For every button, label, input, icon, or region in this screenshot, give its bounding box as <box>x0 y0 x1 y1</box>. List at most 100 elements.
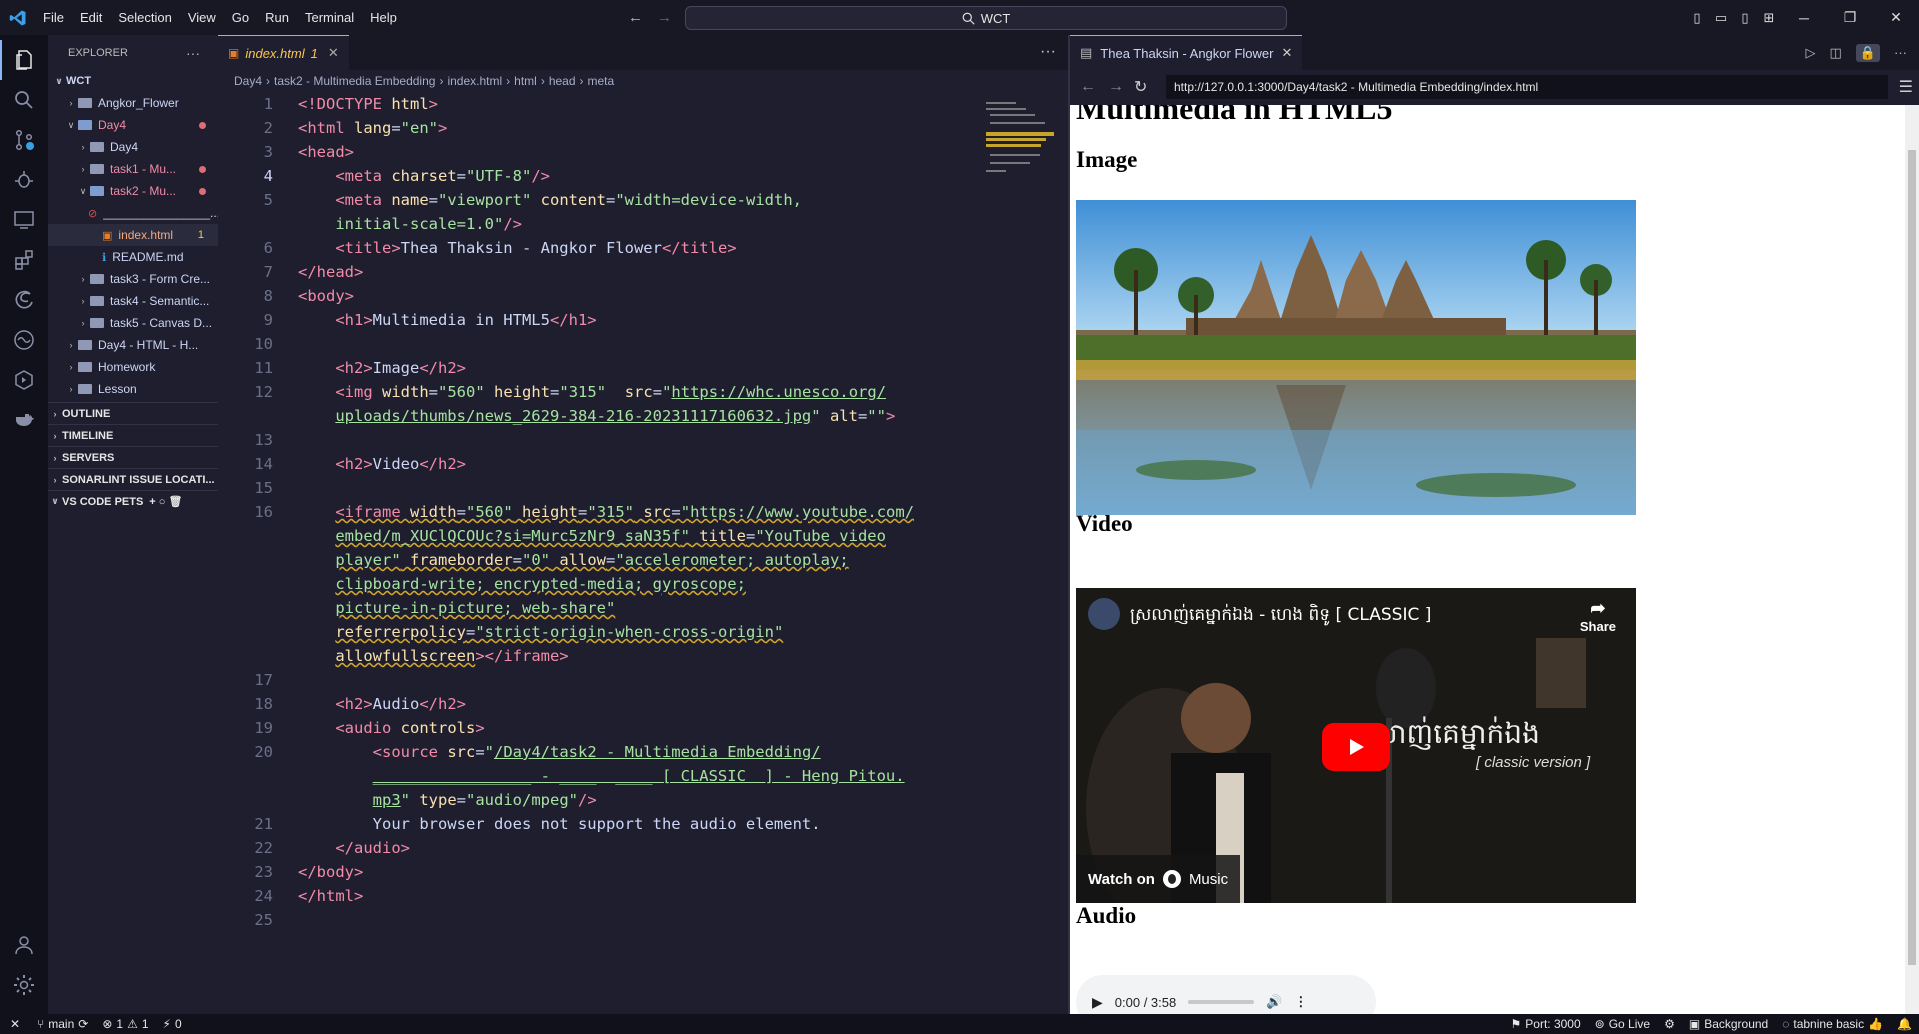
tree-item[interactable]: ∨ Day4 <box>48 114 218 136</box>
code-line[interactable]: 20 <source src="/Day4/task2 - Multimedia… <box>218 740 1068 764</box>
volume-icon[interactable]: 🔊 <box>1266 994 1282 1010</box>
accounts-icon[interactable] <box>0 925 48 965</box>
code-line[interactable]: 15 <box>218 476 1068 500</box>
code-line[interactable]: 10 <box>218 332 1068 356</box>
docker-icon[interactable] <box>0 400 48 440</box>
code-line[interactable]: 16 <iframe width="560" height="315" src=… <box>218 500 1068 524</box>
workspace-root[interactable]: ∨ WCT <box>48 70 218 92</box>
git-branch[interactable]: ⑂ main ⟳ <box>30 1017 95 1031</box>
code-line[interactable]: 23 </body> <box>218 860 1068 884</box>
close-window-button[interactable]: ✕ <box>1873 9 1919 26</box>
audio-more-icon[interactable]: ⋮ <box>1294 994 1307 1010</box>
remote-explorer-icon[interactable] <box>0 200 48 240</box>
sidebar-section[interactable]: › SONARLINT ISSUE LOCATI... <box>48 468 218 490</box>
preview-tab[interactable]: ▤ Thea Thaksin - Angkor Flower ✕ <box>1070 35 1303 70</box>
code-line[interactable]: 2 <html lang="en"> <box>218 116 1068 140</box>
toggle-secondary-sidebar-icon[interactable]: ▯ <box>1733 10 1757 26</box>
editor-more-icon[interactable]: ··· <box>1040 43 1056 61</box>
ports-indicator[interactable]: ⚡ 0 <box>156 1017 189 1031</box>
tree-item[interactable]: › task5 - Canvas D... <box>48 312 218 334</box>
code-line[interactable]: 21 Your browser does not support the aud… <box>218 812 1068 836</box>
sidebar-section[interactable]: ∨ VS CODE PETS + ○ 🗑 <box>48 490 218 512</box>
more-actions-icon[interactable]: ··· <box>186 45 200 61</box>
tree-item[interactable]: › Day4 - HTML - H... <box>48 334 218 356</box>
menu-run[interactable]: Run <box>257 0 297 35</box>
code-line[interactable]: initial-scale=1.0"/> <box>218 212 1068 236</box>
close-tab-icon[interactable]: ✕ <box>328 45 339 61</box>
scrollbar-thumb[interactable] <box>1908 150 1916 965</box>
back-arrow-icon[interactable]: ← <box>628 9 643 26</box>
code-line[interactable]: 6 <title>Thea Thaksin - Angkor Flower</t… <box>218 236 1068 260</box>
menu-help[interactable]: Help <box>362 0 405 35</box>
tree-item[interactable]: › Angkor_Flower <box>48 92 218 114</box>
menu-selection[interactable]: Selection <box>110 0 179 35</box>
tree-item[interactable]: › task1 - Mu... <box>48 158 218 180</box>
sidebar-section[interactable]: › TIMELINE <box>48 424 218 446</box>
code-line[interactable]: player" frameborder="0" allow="accelerom… <box>218 548 1068 572</box>
tree-item[interactable]: ∨ task2 - Mu... <box>48 180 218 202</box>
pets-actions[interactable]: + ○ 🗑 <box>149 495 182 508</box>
extensions-icon[interactable] <box>0 240 48 280</box>
search-icon[interactable] <box>0 80 48 120</box>
close-preview-tab-icon[interactable]: ✕ <box>1281 45 1292 61</box>
code-line[interactable]: 7 </head> <box>218 260 1068 284</box>
breadcrumb-item[interactable]: Day4 <box>234 74 262 88</box>
channel-avatar[interactable] <box>1088 598 1120 630</box>
run-debug-icon[interactable] <box>0 160 48 200</box>
port-status[interactable]: ⚑ Port: 3000 <box>1504 1017 1588 1031</box>
tree-item[interactable]: › Day4 <box>48 136 218 158</box>
play-button[interactable] <box>1322 723 1390 771</box>
code-lines[interactable]: 1 <!DOCTYPE html> 2 <html lang="en"> 3 <head>… <box>218 92 1068 932</box>
breadcrumb-item[interactable]: meta <box>588 74 615 88</box>
breadcrumb-item[interactable]: html <box>514 74 537 88</box>
explorer-icon[interactable] <box>0 40 48 80</box>
code-line[interactable]: 9 <h1>Multimedia in HTML5</h1> <box>218 308 1068 332</box>
tree-item[interactable]: ▣ index.html 1 <box>48 224 218 246</box>
tab-index-html[interactable]: ▣ index.html 1 ✕ <box>218 35 349 70</box>
source-control-icon[interactable] <box>0 120 48 160</box>
notifications[interactable]: 🔔 <box>1890 1017 1919 1031</box>
code-line[interactable]: 13 <box>218 428 1068 452</box>
code-line[interactable]: 3 <head> <box>218 140 1068 164</box>
code-line[interactable]: 19 <audio controls> <box>218 716 1068 740</box>
video-title[interactable]: ស្រលាញ់គេម្នាក់ឯង - ហេង ពិទូ [ CLASSIC ] <box>1130 604 1431 629</box>
remote-indicator[interactable]: ✕ <box>0 1017 30 1031</box>
toggle-sidebar-icon[interactable]: ▯ <box>1685 10 1709 26</box>
edge-devtools-icon[interactable] <box>0 280 48 320</box>
live-share-icon[interactable] <box>0 320 48 360</box>
audio-progress-track[interactable] <box>1188 1000 1255 1004</box>
code-line[interactable]: embed/m_XUClQCOUc?si=Murc5zNr9_saN35f" t… <box>218 524 1068 548</box>
minimap[interactable] <box>986 92 1056 202</box>
background-status[interactable]: ▣ Background <box>1682 1017 1775 1031</box>
code-line[interactable]: allowfullscreen></iframe> <box>218 644 1068 668</box>
menu-terminal[interactable]: Terminal <box>297 0 362 35</box>
code-line[interactable]: picture-in-picture; web-share" <box>218 596 1068 620</box>
code-line[interactable]: uploads/thumbs/news_2629-384-216-2023111… <box>218 404 1068 428</box>
watch-on-youtube-music[interactable]: Watch on Music <box>1076 855 1241 903</box>
code-line[interactable]: 11 <h2>Image</h2> <box>218 356 1068 380</box>
tree-item[interactable]: › task3 - Form Cre... <box>48 268 218 290</box>
tree-item[interactable]: ⊘ ________________... <box>48 202 218 224</box>
menu-file[interactable]: File <box>35 0 72 35</box>
code-line[interactable]: 17 <box>218 668 1068 692</box>
tree-item[interactable]: › Homework <box>48 356 218 378</box>
problems-indicator[interactable]: ⊗ 1 ⚠ 1 <box>95 1017 155 1031</box>
sidebar-section[interactable]: › OUTLINE <box>48 402 218 424</box>
toggle-panel-icon[interactable]: ▭ <box>1709 10 1733 26</box>
tabnine-status[interactable]: ◌ tabnine basic 👍 <box>1775 1017 1890 1031</box>
restore-button[interactable]: ❐ <box>1827 9 1873 26</box>
run-icon[interactable]: ▷ <box>1806 45 1816 61</box>
breadcrumb-item[interactable]: index.html <box>447 74 502 88</box>
code-line[interactable]: 14 <h2>Video</h2> <box>218 452 1068 476</box>
menu-edit[interactable]: Edit <box>72 0 110 35</box>
tree-item[interactable]: › task4 - Semantic... <box>48 290 218 312</box>
command-center[interactable]: WCT <box>685 6 1287 30</box>
address-bar[interactable]: http://127.0.0.1:3000/Day4/task2 - Multi… <box>1166 75 1888 99</box>
youtube-embed[interactable]: ស្រលាញ់គេម្នាក់ឯង - ហេង ពិទូ [ CLASSIC ]… <box>1076 588 1636 903</box>
sidebar-section[interactable]: › SERVERS <box>48 446 218 468</box>
breadcrumb-item[interactable]: head <box>549 74 576 88</box>
code-line[interactable]: _________________ - ____ ____ [ CLASSIC … <box>218 764 1068 788</box>
back-icon[interactable]: ← <box>1080 78 1096 96</box>
menu-view[interactable]: View <box>180 0 224 35</box>
code-line[interactable]: 18 <h2>Audio</h2> <box>218 692 1068 716</box>
